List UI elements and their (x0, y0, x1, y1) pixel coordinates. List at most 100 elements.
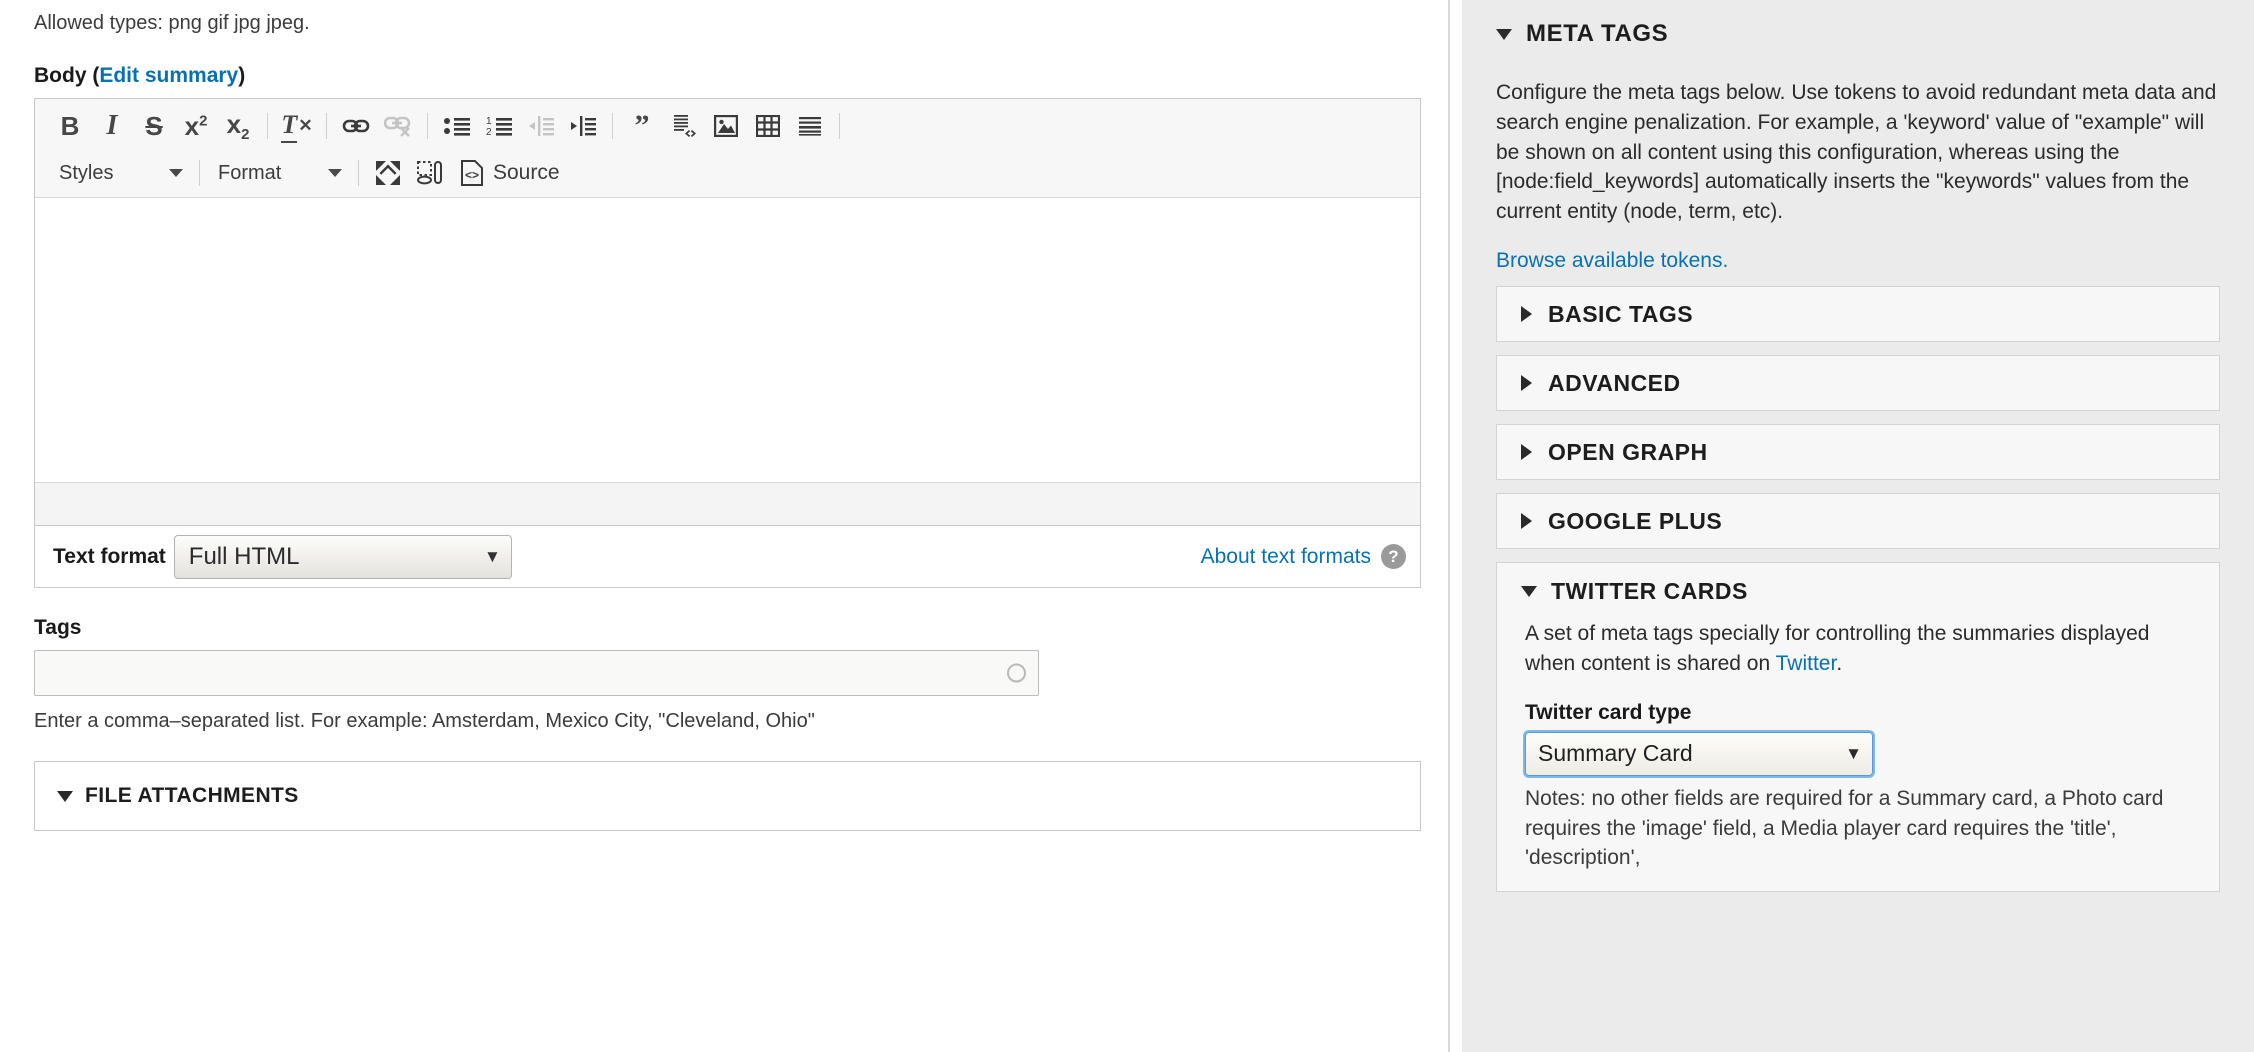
triangle-down-icon (1521, 585, 1537, 597)
bulleted-list-icon[interactable] (436, 107, 478, 145)
section-advanced-label: ADVANCED (1548, 369, 1681, 396)
meta-tags-header[interactable]: META TAGS (1496, 0, 2220, 48)
image-icon[interactable] (705, 107, 747, 145)
styles-dropdown-label: Styles (59, 161, 114, 184)
ckeditor-toolbar: B I S x2 x2 T ✕ 1 2 ” Styles Format <> S… (35, 99, 1420, 198)
outdent-icon[interactable] (520, 107, 562, 145)
superscript-icon[interactable]: x2 (175, 107, 217, 145)
svg-text:1: 1 (486, 116, 492, 127)
body-editable-area[interactable] (35, 198, 1420, 483)
show-blocks-icon[interactable] (409, 154, 451, 192)
tags-field-label: Tags (34, 616, 82, 639)
twitter-card-type-value: Summary Card (1538, 740, 1693, 767)
ckeditor-toolbar-row-1: B I S x2 x2 T ✕ 1 2 ” (35, 103, 1420, 149)
meta-tags-description: Configure the meta tags below. Use token… (1496, 81, 2217, 224)
triangle-right-icon (1521, 513, 1532, 530)
meta-tags-sidebar: META TAGS Configure the meta tags below.… (1462, 0, 2254, 1052)
bold-icon[interactable]: B (49, 107, 91, 145)
body-label-text: Body (34, 64, 87, 87)
toolbar-separator (612, 113, 613, 139)
section-open-graph[interactable]: OPEN GRAPH (1496, 424, 2220, 481)
code-block-icon[interactable] (663, 107, 705, 145)
indent-icon[interactable] (562, 107, 604, 145)
toolbar-separator (267, 113, 268, 139)
triangle-down-icon (1496, 28, 1512, 40)
section-google-plus-label: GOOGLE PLUS (1548, 507, 1723, 534)
edit-summary-link[interactable]: Edit summary (99, 64, 238, 87)
text-format-label: Text format (53, 544, 166, 568)
svg-text:<>: <> (465, 168, 479, 182)
twitter-cards-body: A set of meta tags specially for control… (1497, 619, 2219, 873)
section-twitter-cards-label: TWITTER CARDS (1551, 577, 1748, 604)
styles-dropdown[interactable]: Styles (49, 156, 191, 190)
paren-close: ) (238, 64, 246, 87)
section-advanced[interactable]: ADVANCED (1496, 355, 2220, 412)
section-twitter-cards: TWITTER CARDS A set of meta tags special… (1496, 562, 2220, 893)
chevron-down-icon: ▼ (483, 546, 501, 566)
text-format-value: Full HTML (188, 542, 300, 570)
browse-tokens: Browse available tokens. (1496, 249, 2220, 273)
twitter-card-type-notes: Notes: no other fields are required for … (1525, 786, 2164, 870)
unlink-icon[interactable] (377, 107, 419, 145)
format-dropdown[interactable]: Format (208, 156, 350, 190)
node-edit-page: Allowed types: png gif jpg jpeg. Body (E… (0, 0, 2254, 1052)
numbered-list-icon[interactable]: 1 2 (478, 107, 520, 145)
table-icon[interactable] (747, 107, 789, 145)
source-button-label: Source (493, 161, 560, 184)
section-basic-tags[interactable]: BASIC TAGS (1496, 286, 2220, 343)
triangle-down-icon (57, 790, 73, 802)
ckeditor-toolbar-row-2: Styles Format <> Source (35, 149, 1420, 197)
toolbar-separator (839, 113, 840, 139)
chevron-down-icon (328, 169, 342, 177)
twitter-cards-description: A set of meta tags specially for control… (1525, 619, 2193, 679)
browse-tokens-link[interactable]: Browse available tokens. (1496, 249, 1728, 272)
file-attachments-header: FILE ATTACHMENTS (57, 784, 299, 808)
twitter-card-type-select[interactable]: Summary Card ▼ (1525, 731, 1873, 776)
horizontal-rule-icon[interactable] (789, 107, 831, 145)
triangle-right-icon (1521, 375, 1532, 392)
chevron-down-icon: ▼ (1845, 743, 1862, 763)
autocomplete-throbber-icon (1007, 663, 1026, 683)
section-open-graph-label: OPEN GRAPH (1548, 438, 1708, 465)
about-text-formats: About text formats ? (1201, 544, 1406, 569)
remove-format-icon[interactable]: T ✕ (276, 107, 318, 145)
source-code-icon: <> (461, 160, 483, 186)
tags-help-text: Enter a comma–separated list. For exampl… (34, 710, 815, 732)
format-dropdown-label: Format (218, 161, 282, 184)
twitter-link[interactable]: Twitter (1776, 652, 1837, 675)
section-basic-tags-label: BASIC TAGS (1548, 300, 1694, 327)
svg-text:2: 2 (486, 127, 492, 136)
main-content-column: Allowed types: png gif jpg jpeg. Body (E… (0, 0, 1448, 1052)
file-attachments-section[interactable]: FILE ATTACHMENTS (34, 761, 1421, 831)
ckeditor-statusbar (35, 483, 1420, 525)
file-attachments-title: FILE ATTACHMENTS (85, 784, 299, 807)
body-field-label: Body (Edit summary) (34, 64, 1448, 88)
toolbar-separator (358, 160, 359, 186)
toolbar-separator (326, 113, 327, 139)
twitter-card-type-label: Twitter card type (1525, 700, 1692, 724)
section-google-plus[interactable]: GOOGLE PLUS (1496, 493, 2220, 550)
ckeditor: B I S x2 x2 T ✕ 1 2 ” Styles Format <> S… (34, 98, 1421, 526)
blockquote-icon[interactable]: ” (621, 107, 663, 145)
maximize-icon[interactable] (367, 154, 409, 192)
allowed-types-help: Allowed types: png gif jpg jpeg. (34, 12, 310, 34)
italic-icon[interactable]: I (91, 107, 133, 145)
strikethrough-icon[interactable]: S (133, 107, 175, 145)
link-icon[interactable] (335, 107, 377, 145)
meta-tags-title: META TAGS (1526, 20, 1669, 47)
text-format-select[interactable]: Full HTML ▼ (173, 534, 512, 579)
toolbar-separator (427, 113, 428, 139)
subscript-icon[interactable]: x2 (217, 107, 259, 145)
triangle-right-icon (1521, 444, 1532, 461)
tags-input[interactable] (34, 650, 1039, 696)
about-text-formats-link[interactable]: About text formats (1201, 545, 1371, 569)
question-mark-icon[interactable]: ? (1381, 544, 1406, 569)
twitter-desc-period: . (1836, 651, 1843, 675)
text-format-bar: Text format Full HTML ▼ About text forma… (34, 526, 1421, 588)
chevron-down-icon (169, 169, 183, 177)
source-button[interactable]: <> Source (451, 155, 570, 191)
section-twitter-cards-header[interactable]: TWITTER CARDS (1497, 563, 2219, 619)
triangle-right-icon (1521, 306, 1532, 323)
column-divider (1448, 0, 1462, 1052)
toolbar-separator (199, 160, 200, 186)
